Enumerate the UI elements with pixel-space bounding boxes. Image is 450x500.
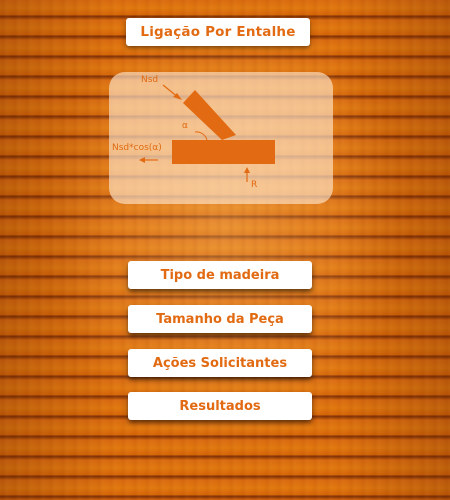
nsd-cos-label: Nsd*cos(α) bbox=[112, 143, 162, 153]
joint-diagram-panel: Nsd α Nsd*cos(α) R bbox=[109, 72, 333, 204]
wood-type-button[interactable]: Tipo de madeira bbox=[128, 261, 312, 289]
horizontal-beam bbox=[172, 140, 275, 164]
inclined-strut bbox=[183, 90, 236, 140]
joint-diagram bbox=[139, 84, 275, 182]
page-title: Ligação Por Entalhe bbox=[126, 18, 310, 46]
reaction-label: R bbox=[251, 180, 258, 190]
loads-button[interactable]: Ações Solicitantes bbox=[128, 349, 312, 377]
piece-size-button-label: Tamanho da Peça bbox=[156, 311, 284, 327]
nsd-cos-arrow-head bbox=[139, 157, 145, 163]
alpha-label: α bbox=[182, 121, 188, 131]
wood-type-button-label: Tipo de madeira bbox=[160, 267, 280, 283]
angle-arc bbox=[194, 131, 208, 141]
loads-button-label: Ações Solicitantes bbox=[152, 355, 288, 371]
results-button-label: Resultados bbox=[179, 398, 261, 414]
nsd-label: Nsd bbox=[141, 75, 159, 85]
piece-size-button[interactable]: Tamanho da Peça bbox=[128, 305, 312, 333]
results-button[interactable]: Resultados bbox=[128, 392, 312, 420]
page-title-text: Ligação Por Entalhe bbox=[140, 24, 296, 40]
reaction-arrow-head bbox=[244, 167, 250, 173]
